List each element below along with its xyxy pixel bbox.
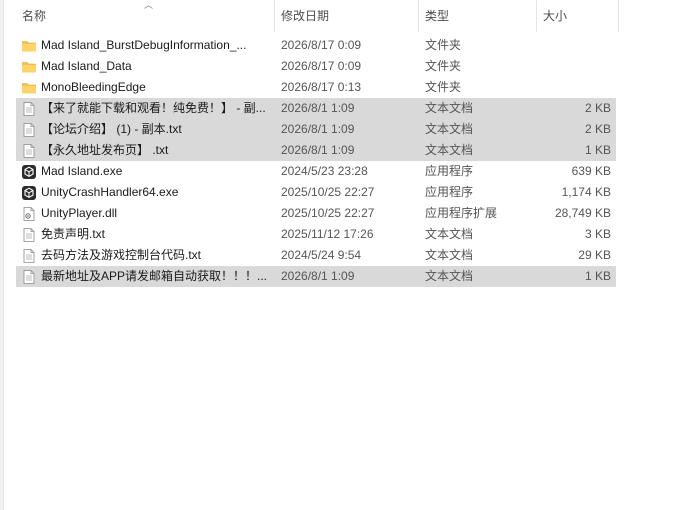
file-size: 1,174 KB — [561, 185, 611, 199]
file-type: 文本文档 — [425, 227, 474, 241]
file-type: 文本文档 — [425, 143, 474, 157]
file-row[interactable]: Mad Island.exe 2024/5/23 23:28 应用程序 639 KB — [16, 161, 616, 182]
file-type: 文本文档 — [425, 248, 474, 262]
file-size: 29 KB — [578, 248, 611, 262]
text-document-icon — [21, 98, 37, 119]
file-row[interactable]: MonoBleedingEdge 2026/8/17 0:13 文件夹 — [16, 77, 616, 98]
file-row[interactable]: 去码方法及游戏控制台代码.txt 2024/5/24 9:54 文本文档 29 KB — [16, 245, 616, 266]
file-row[interactable]: Mad Island_BurstDebugInformation_... 2026… — [16, 35, 616, 56]
column-header-bar: 名称 ︿ 修改日期 类型 大小 — [4, 0, 691, 32]
file-modified-date: 2026/8/17 0:09 — [281, 59, 362, 73]
file-name: MonoBleedingEdge — [41, 80, 146, 94]
sort-ascending-icon: ︿ — [144, 0, 154, 10]
file-size: 3 KB — [584, 227, 611, 241]
file-modified-date: 2024/5/24 9:54 — [281, 248, 362, 262]
file-size: 639 KB — [571, 164, 611, 178]
file-name: 【来了就能下载和观看！纯免费！】 - 副... — [41, 101, 266, 115]
file-name: Mad Island_Data — [41, 59, 132, 73]
file-modified-date: 2024/5/23 23:28 — [281, 164, 368, 178]
file-row[interactable]: UnityCrashHandler64.exe 2025/10/25 22:27 应… — [16, 182, 616, 203]
file-size: 2 KB — [584, 122, 611, 136]
file-modified-date: 2025/10/25 22:27 — [281, 206, 375, 220]
column-header-end — [618, 0, 622, 32]
file-name: 最新地址及APP请发邮箱自动获取！！！... — [41, 269, 268, 283]
file-type: 文本文档 — [425, 269, 474, 283]
file-list: Mad Island_BurstDebugInformation_... 2026… — [16, 35, 616, 288]
file-size: 1 KB — [584, 143, 611, 157]
text-document-icon — [21, 119, 37, 140]
column-header-size[interactable]: 大小 — [536, 0, 618, 32]
file-size — [535, 35, 611, 56]
unity-app-icon — [21, 182, 37, 203]
file-size — [535, 77, 611, 98]
file-name: 免责声明.txt — [41, 227, 106, 241]
text-document-icon — [21, 140, 37, 161]
file-modified-date: 2026/8/17 0:09 — [281, 38, 362, 52]
unity-app-icon — [21, 161, 37, 182]
file-type: 应用程序扩展 — [425, 206, 498, 220]
file-type: 文件夹 — [425, 38, 462, 52]
file-type: 文本文档 — [425, 122, 474, 136]
text-document-icon — [21, 266, 37, 287]
file-modified-date: 2026/8/1 1:09 — [281, 269, 355, 283]
file-name: 去码方法及游戏控制台代码.txt — [41, 248, 202, 262]
file-row[interactable]: 免责声明.txt 2025/11/12 17:26 文本文档 3 KB — [16, 224, 616, 245]
file-size: 2 KB — [584, 101, 611, 115]
file-row[interactable]: Mad Island_Data 2026/8/17 0:09 文件夹 — [16, 56, 616, 77]
text-document-icon — [21, 245, 37, 266]
file-modified-date: 2026/8/1 1:09 — [281, 122, 355, 136]
file-type: 应用程序 — [425, 185, 474, 199]
file-modified-date: 2026/8/1 1:09 — [281, 101, 355, 115]
file-row[interactable]: 【永久地址发布页】 .txt 2026/8/1 1:09 文本文档 1 KB — [16, 140, 616, 162]
file-name: Mad Island_BurstDebugInformation_... — [41, 38, 247, 52]
folder-icon — [21, 35, 37, 56]
column-header-type[interactable]: 类型 — [418, 0, 536, 32]
file-modified-date: 2026/8/1 1:09 — [281, 143, 355, 157]
file-type: 文件夹 — [425, 59, 462, 73]
folder-icon — [21, 56, 37, 77]
file-name: 【论坛介绍】 (1) - 副本.txt — [41, 122, 182, 136]
file-size: 1 KB — [584, 269, 611, 283]
file-type: 文件夹 — [425, 80, 462, 94]
column-header-modified[interactable]: 修改日期 — [274, 0, 418, 32]
file-size: 28,749 KB — [554, 206, 611, 220]
file-modified-date: 2025/10/25 22:27 — [281, 185, 375, 199]
file-type: 应用程序 — [425, 164, 474, 178]
file-type: 文本文档 — [425, 101, 474, 115]
window-left-border — [0, 0, 4, 510]
file-name: UnityPlayer.dll — [41, 206, 118, 220]
file-modified-date: 2026/8/17 0:13 — [281, 80, 362, 94]
file-modified-date: 2025/11/12 17:26 — [281, 227, 374, 241]
file-row[interactable]: 【论坛介绍】 (1) - 副本.txt 2026/8/1 1:09 文本文档 2 KB — [16, 119, 616, 141]
text-document-icon — [21, 224, 37, 245]
file-row[interactable]: 【来了就能下载和观看！纯免费！】 - 副... 2026/8/1 1:09 文本文档… — [16, 98, 616, 120]
file-name: 【永久地址发布页】 .txt — [41, 143, 169, 157]
file-row[interactable]: 最新地址及APP请发邮箱自动获取！！！... 2026/8/1 1:09 文本文档 1… — [16, 266, 616, 288]
file-name: Mad Island.exe — [41, 164, 123, 178]
dll-file-icon — [21, 203, 37, 224]
folder-icon — [21, 77, 37, 98]
file-size — [535, 56, 611, 77]
file-name: UnityCrashHandler64.exe — [41, 185, 179, 199]
file-row[interactable]: UnityPlayer.dll 2025/10/25 22:27 应用程序扩展 28,… — [16, 203, 616, 224]
